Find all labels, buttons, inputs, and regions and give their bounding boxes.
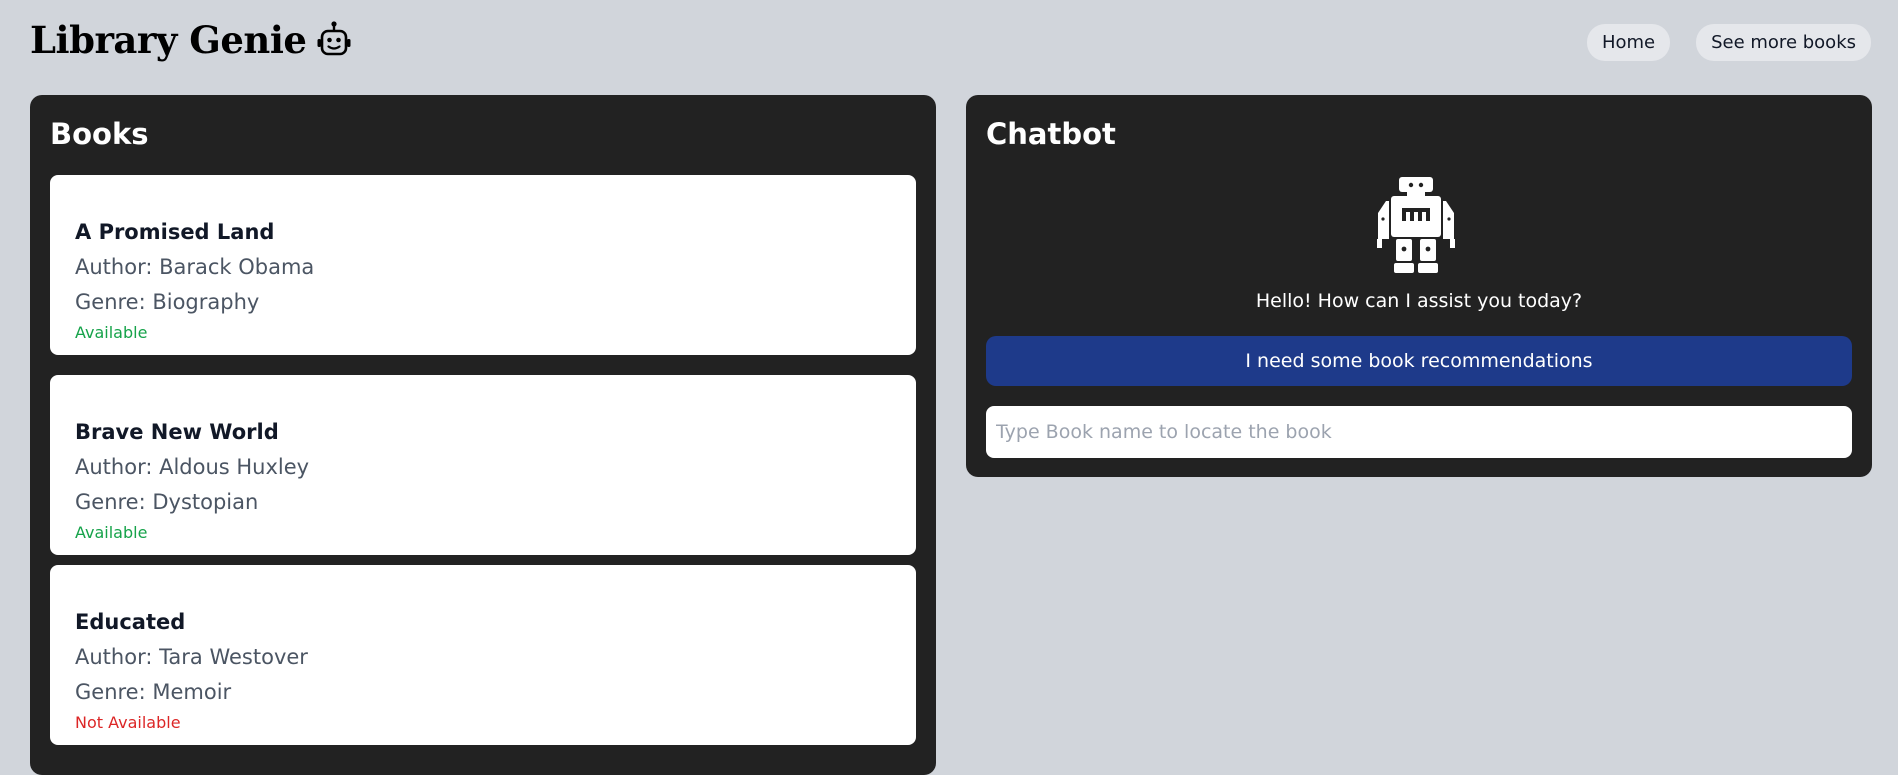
- book-title: Educated: [75, 610, 186, 634]
- book-genre: Genre: Memoir: [75, 680, 232, 704]
- books-heading: Books: [50, 117, 149, 151]
- book-status: Available: [75, 323, 148, 342]
- book-card[interactable]: A Promised Land Author: Barack Obama Gen…: [50, 175, 916, 355]
- robot-icon: [1377, 177, 1455, 273]
- chatbot-greeting: Hello! How can I assist you today?: [1255, 290, 1583, 312]
- top-nav: Home See more books: [1586, 24, 1871, 61]
- book-search-input[interactable]: [986, 406, 1852, 458]
- book-status: Available: [75, 523, 148, 542]
- app-header: Library Genie Home See more books: [0, 0, 1898, 90]
- book-author: Author: Barack Obama: [75, 255, 315, 279]
- chatbot-heading: Chatbot: [986, 117, 1116, 151]
- robot-face-icon: [317, 21, 351, 56]
- book-author: Author: Tara Westover: [75, 645, 308, 669]
- book-title: Brave New World: [75, 420, 279, 444]
- book-genre: Genre: Dystopian: [75, 490, 259, 514]
- app-logo[interactable]: Library Genie: [30, 18, 352, 62]
- book-status: Not Available: [75, 713, 181, 732]
- book-author: Author: Aldous Huxley: [75, 455, 310, 479]
- chatbot-panel: Chatbot Hello! How can I assist you toda…: [966, 95, 1872, 477]
- see-more-books-button[interactable]: See more books: [1696, 24, 1871, 61]
- book-recommendations-button[interactable]: I need some book recommendations: [986, 336, 1852, 386]
- book-title: A Promised Land: [75, 220, 275, 244]
- books-panel: Books A Promised Land Author: Barack Oba…: [30, 95, 936, 775]
- book-genre: Genre: Biography: [75, 290, 260, 314]
- book-card[interactable]: Brave New World Author: Aldous Huxley Ge…: [50, 375, 916, 555]
- home-button[interactable]: Home: [1586, 24, 1671, 61]
- app-title: Library Genie: [30, 18, 307, 62]
- book-card[interactable]: Educated Author: Tara Westover Genre: Me…: [50, 565, 916, 745]
